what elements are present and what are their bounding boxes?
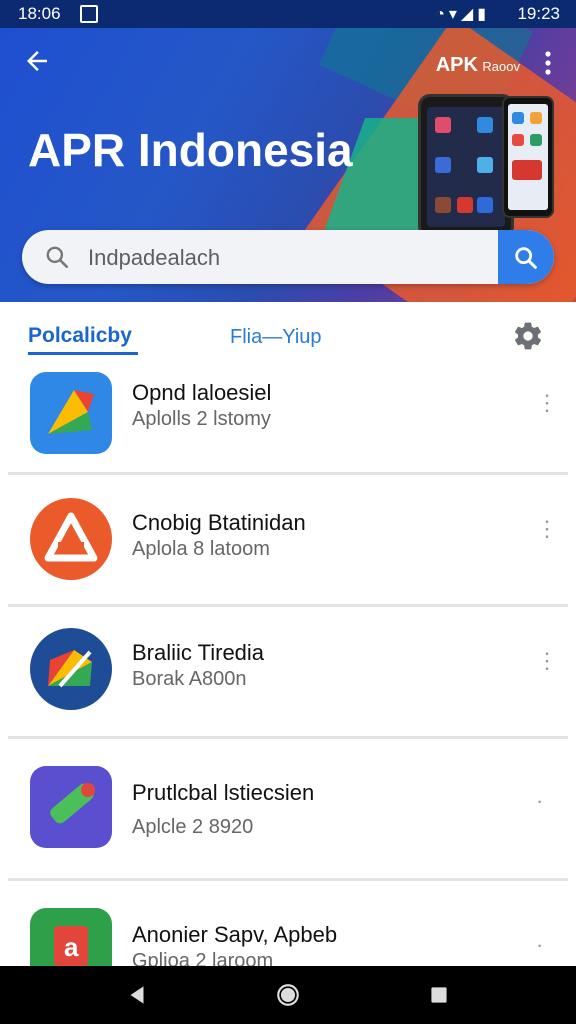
more-vert-icon[interactable]: · [536, 934, 543, 956]
app-name: Braliic Tiredia [132, 640, 265, 665]
status-time-right: 19:23 [517, 4, 560, 23]
divider [8, 472, 568, 475]
tab-free-top[interactable]: Flia—Yiup [230, 326, 322, 349]
search-icon [515, 247, 537, 269]
app-subtitle: Aplola 8 latoom [132, 538, 270, 560]
brand-bold: APK [435, 54, 478, 76]
more-vert-icon[interactable]: ⋮ [536, 392, 558, 414]
page-title: APR Indonesia [28, 124, 353, 176]
header-banner: APK Raoov APR Indonesia [0, 28, 576, 302]
status-icons: ◔▾◢▮ [435, 6, 490, 23]
app-subtitle: Aplolls 2 lstomy [132, 408, 271, 430]
list-item[interactable]: Braliic Tiredia Borak A800n ⋮ [8, 612, 568, 720]
phone-illustration [418, 94, 514, 238]
tab-popular[interactable]: Polcalicby [28, 324, 132, 348]
more-vert-icon[interactable]: ⋮ [536, 518, 558, 540]
list-item[interactable]: Cnobig Btatinidan Aplola 8 latoom ⋮ [8, 482, 568, 590]
search-icon [46, 246, 69, 269]
search-bar [22, 230, 554, 284]
app-name: Opnd laloesiel [132, 380, 272, 405]
divider [8, 878, 568, 881]
status-time-left: 18:06 [18, 4, 61, 23]
tab-indicator [28, 352, 138, 355]
nav-home-icon[interactable] [275, 982, 301, 1008]
app-icon [30, 498, 112, 580]
more-vert-icon[interactable]: ⋮ [536, 650, 558, 672]
tab-bar: Polcalicby Flia—Yiup [0, 302, 576, 370]
more-vert-icon[interactable] [544, 50, 552, 78]
phone-illustration [502, 96, 554, 218]
svg-text:a: a [64, 932, 79, 962]
nav-back-icon[interactable] [124, 982, 150, 1008]
app-subtitle: Aplcle 2 8920 [132, 816, 254, 838]
nav-recents-icon[interactable] [426, 982, 452, 1008]
gear-icon[interactable] [512, 320, 544, 352]
app-name: Prutlcbal lstiecsien [132, 780, 315, 805]
brand-logo: APK Raoov [436, 54, 520, 77]
system-nav-bar [0, 966, 576, 1024]
app-icon [30, 628, 112, 710]
divider [8, 736, 568, 739]
search-button[interactable] [498, 230, 554, 284]
brand-small: Raoov [482, 59, 520, 74]
list-item[interactable]: Prutlcbal lstiecsien Aplcle 2 8920 · [8, 746, 568, 854]
status-bar: 18:06 ◔▾◢▮ 19:23 [0, 0, 576, 28]
app-name: Anonier Sapv, Apbeb [132, 922, 338, 947]
app-name: Cnobig Btatinidan [132, 510, 306, 535]
back-arrow-icon[interactable] [22, 46, 58, 82]
notification-icon [80, 5, 98, 23]
app-subtitle: Borak A800n [132, 668, 247, 690]
app-icon [30, 372, 112, 454]
app-icon [30, 766, 112, 848]
more-vert-icon[interactable]: · [536, 790, 543, 812]
divider [8, 604, 568, 607]
list-item[interactable]: Opnd laloesiel Aplolls 2 lstomy ⋮ [8, 370, 568, 478]
search-input[interactable] [86, 240, 490, 276]
